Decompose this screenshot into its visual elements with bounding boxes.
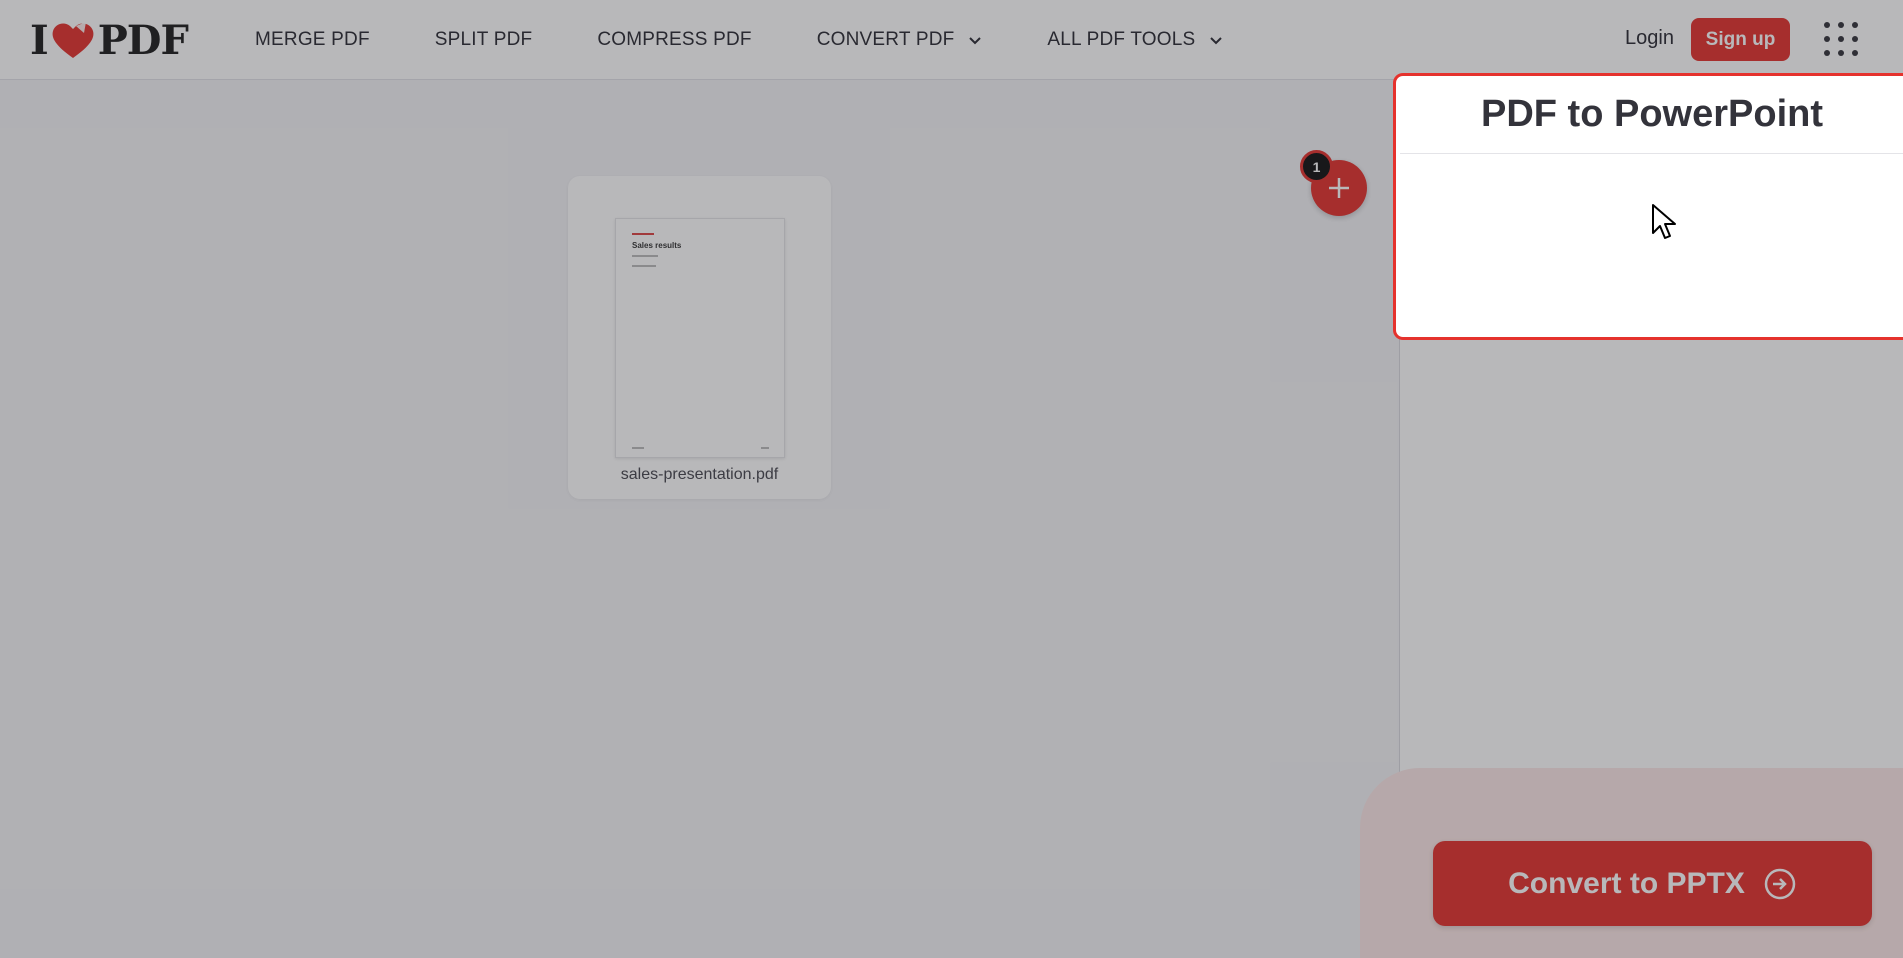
nav-merge-pdf[interactable]: MERGE PDF xyxy=(255,29,370,51)
nav-label: ALL PDF TOOLS xyxy=(1047,29,1196,50)
nav-compress-pdf[interactable]: COMPRESS PDF xyxy=(597,29,751,51)
grid-icon[interactable] xyxy=(1823,21,1859,57)
nav-label: MERGE PDF xyxy=(255,29,370,50)
main-nav: MERGE PDF SPLIT PDF COMPRESS PDF CONVERT… xyxy=(255,0,1288,80)
convert-label: Convert to PPTX xyxy=(1508,866,1745,900)
arrow-circle-right-icon xyxy=(1764,868,1796,899)
thumbnail-accent xyxy=(632,233,654,235)
nav-split-pdf[interactable]: SPLIT PDF xyxy=(435,29,533,51)
nav-label: CONVERT PDF xyxy=(816,29,955,50)
highlighted-tool-title: PDF to PowerPoint xyxy=(1400,76,1903,154)
nav-all-pdf-tools[interactable]: ALL PDF TOOLS xyxy=(1047,29,1223,51)
nav-label: COMPRESS PDF xyxy=(597,29,752,50)
nav-label: SPLIT PDF xyxy=(434,29,533,50)
plus-icon xyxy=(1329,178,1349,198)
thumbnail-line xyxy=(632,447,644,449)
signup-button[interactable]: Sign up xyxy=(1691,18,1790,61)
file-count-badge: 1 xyxy=(1300,150,1333,183)
file-card[interactable]: Sales results sales-presentation.pdf xyxy=(568,176,831,499)
highlight-box: PDF to PowerPoint xyxy=(1393,73,1903,340)
convert-button[interactable]: Convert to PPTX xyxy=(1433,841,1872,926)
logo-text-pdf: PDF xyxy=(97,16,189,64)
nav-convert-pdf[interactable]: CONVERT PDF xyxy=(817,29,983,51)
chevron-down-icon xyxy=(969,37,982,45)
thumbnail-line xyxy=(632,265,656,267)
heart-icon xyxy=(52,22,94,58)
file-name: sales-presentation.pdf xyxy=(620,466,779,483)
mouse-cursor-icon xyxy=(1652,204,1676,239)
login-link[interactable]: Login xyxy=(1625,27,1674,50)
file-workspace: Sales results sales-presentation.pdf 1 xyxy=(0,81,1399,958)
pdf-thumbnail: Sales results xyxy=(615,218,785,458)
ilovepdf-logo[interactable]: I PDF xyxy=(30,16,189,64)
thumbnail-title: Sales results xyxy=(632,241,682,250)
logo-letter-i: I xyxy=(30,16,49,64)
thumbnail-line xyxy=(761,447,769,449)
chevron-down-icon xyxy=(1210,37,1223,45)
thumbnail-line xyxy=(632,255,658,257)
top-header: I PDF MERGE PDF SPLIT PDF COMPRESS PDF C… xyxy=(0,0,1903,80)
